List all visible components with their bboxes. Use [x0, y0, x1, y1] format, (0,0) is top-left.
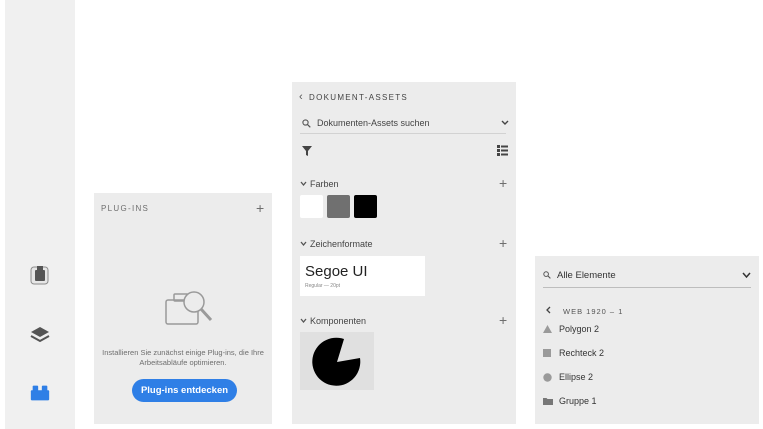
layers-panel: Alle Elemente WEB 1920 – 1 Polygon 2 Rec… [535, 256, 759, 424]
section-collapse-chevron-icon[interactable] [300, 318, 307, 323]
polygon-icon [543, 325, 557, 333]
add-character-style-icon[interactable]: + [499, 236, 507, 250]
add-color-icon[interactable]: + [499, 176, 507, 190]
color-swatch-white[interactable] [300, 195, 323, 218]
plugins-panel: PLUG-INS + Installieren Sie zunächst ein… [94, 193, 272, 424]
color-swatch-gray[interactable] [327, 195, 350, 218]
plugins-panel-icon[interactable] [29, 264, 51, 286]
back-chevron-icon[interactable]: ‹ [299, 91, 303, 103]
assets-search-field[interactable]: Dokumenten-Assets suchen [300, 115, 506, 134]
section-collapse-chevron-icon[interactable] [300, 181, 307, 186]
layer-item[interactable]: Ellipse 2 [543, 370, 593, 384]
layer-item[interactable]: Polygon 2 [543, 322, 599, 336]
search-icon [543, 271, 551, 279]
section-collapse-chevron-icon[interactable] [300, 241, 307, 246]
plugin-search-illustration-icon [164, 288, 216, 333]
colors-section-label: Farben [310, 179, 339, 189]
color-swatch-black[interactable] [354, 195, 377, 218]
divider [543, 287, 751, 288]
layer-item[interactable]: Rechteck 2 [543, 346, 604, 360]
add-component-icon[interactable]: + [499, 313, 507, 327]
layer-item[interactable]: Gruppe 1 [543, 394, 597, 408]
character-style-card[interactable]: Segoe UI Regular — 20pt [300, 256, 425, 296]
components-section-label: Komponenten [310, 316, 367, 326]
layer-label: Ellipse 2 [559, 372, 594, 382]
filter-icon[interactable] [302, 146, 312, 156]
back-chevron-icon[interactable] [546, 306, 551, 314]
assets-search-placeholder: Dokumenten-Assets suchen [317, 118, 430, 128]
artboard-name: WEB 1920 – 1 [563, 307, 624, 316]
discover-plugins-button[interactable]: Plug-ins entdecken [132, 379, 237, 402]
chevron-down-icon[interactable] [501, 120, 509, 126]
assets-icon[interactable] [29, 382, 51, 404]
character-style-meta: Regular — 20pt [305, 283, 341, 289]
document-assets-panel: ‹ DOKUMENT-ASSETS Dokumenten-Assets such… [292, 82, 516, 424]
layer-label: Polygon 2 [559, 324, 600, 334]
character-styles-section-label: Zeichenformate [310, 239, 373, 249]
chevron-down-icon[interactable] [742, 272, 751, 279]
plugins-heading: PLUG-INS [101, 204, 150, 213]
layers-icon[interactable] [29, 323, 51, 345]
add-plugin-icon[interactable]: + [256, 201, 264, 215]
ellipse-icon [543, 372, 557, 382]
list-view-icon[interactable] [497, 145, 508, 156]
component-thumbnail[interactable] [300, 332, 374, 390]
assets-heading: DOKUMENT-ASSETS [309, 93, 409, 102]
left-rail [5, 0, 75, 429]
layers-filter-value[interactable]: Alle Elemente [557, 270, 616, 281]
rectangle-icon [543, 349, 557, 357]
search-icon [302, 119, 311, 128]
layer-label: Gruppe 1 [559, 396, 597, 406]
layer-label: Rechteck 2 [559, 348, 605, 358]
pie-shape-component-icon [312, 337, 361, 386]
character-style-font-name: Segoe UI [305, 263, 368, 280]
group-folder-icon [543, 397, 557, 405]
plugins-empty-text: Installieren Sie zunächst einige Plug-in… [102, 348, 264, 367]
